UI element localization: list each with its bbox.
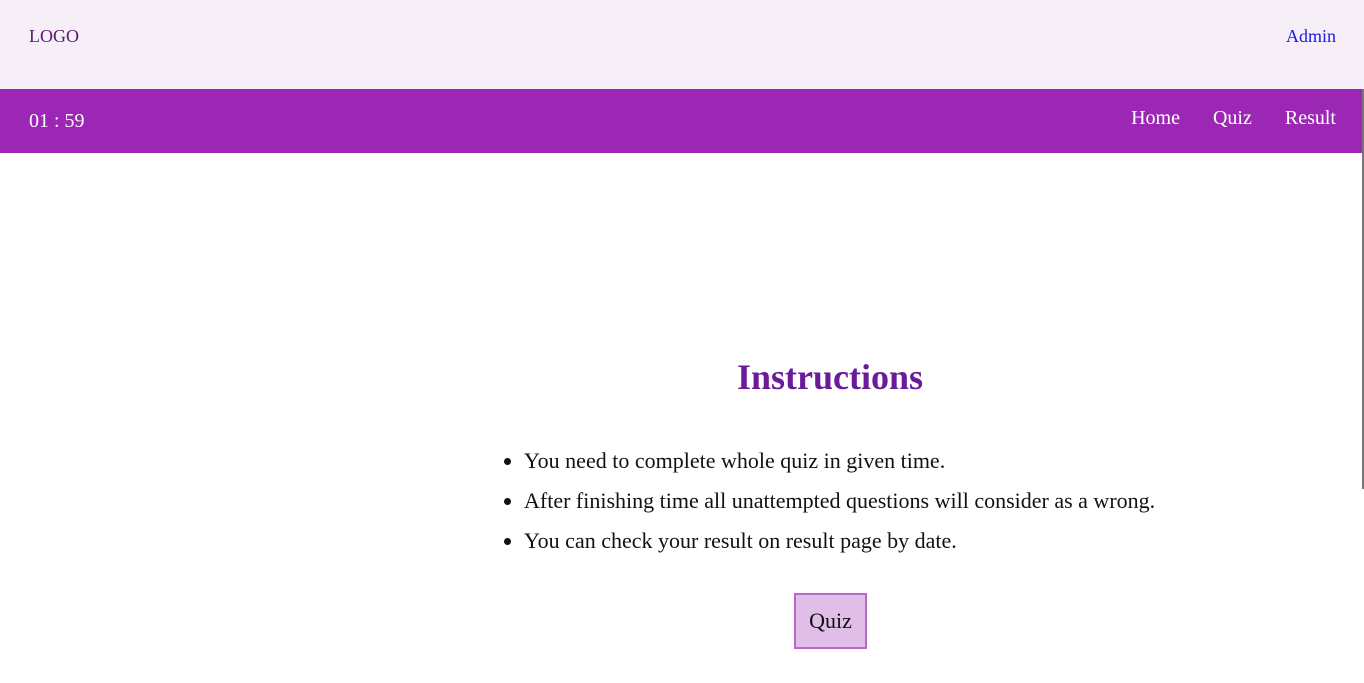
instruction-item: After finishing time all unattempted que… [524, 481, 1155, 521]
instructions-list: You need to complete whole quiz in given… [484, 441, 1155, 561]
nav-link-result[interactable]: Result [1285, 106, 1336, 130]
instruction-item: You can check your result on result page… [524, 521, 1155, 561]
nav-links: Home Quiz Result [1131, 106, 1336, 130]
nav-link-home[interactable]: Home [1131, 106, 1180, 130]
start-quiz-button[interactable]: Quiz [794, 593, 867, 649]
nav-bar: 01 : 59 Home Quiz Result [0, 89, 1364, 153]
page-title: Instructions [736, 357, 924, 397]
admin-link[interactable]: Admin [1286, 25, 1336, 47]
countdown-timer: 01 : 59 [29, 110, 85, 132]
logo: LOGO [29, 26, 79, 46]
nav-link-quiz[interactable]: Quiz [1213, 106, 1252, 130]
instruction-item: You need to complete whole quiz in given… [524, 441, 1155, 481]
top-header: LOGO Admin [0, 0, 1364, 89]
